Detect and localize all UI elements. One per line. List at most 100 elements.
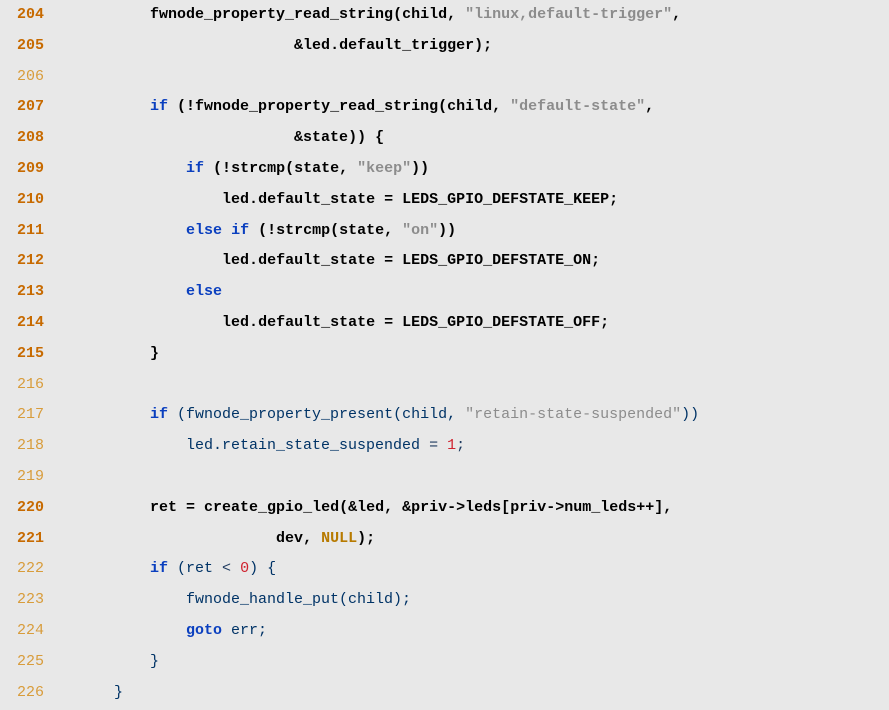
token [78,622,186,639]
code-block: 204 fwnode_property_read_string(child, "… [0,0,889,708]
token: ret [150,499,177,516]
code-line: 225 } [0,647,889,678]
token: LEDS_GPIO_DEFSTATE_OFF [402,314,600,331]
token: fwnode_property_read_string [150,6,393,23]
token: ; [591,252,600,269]
token: led.retain_state_suspended [78,437,429,454]
line-number: 212 [0,246,50,277]
code-line: 205 &led.default_trigger); [0,31,889,62]
token [78,252,222,269]
code-content: } [50,678,123,709]
code-line: 206 [0,62,889,93]
token: "default-state" [510,98,645,115]
code-content: &led.default_trigger); [50,31,492,62]
token [78,530,276,547]
token: state [303,129,348,146]
token: fwnode_handle_put(child); [78,591,411,608]
code-content: fwnode_handle_put(child); [50,585,411,616]
token [78,283,186,300]
token: , [339,160,357,177]
line-number: 223 [0,585,50,616]
token: dev [276,530,303,547]
line-number: 205 [0,31,50,62]
token: state [339,222,384,239]
line-number: 215 [0,339,50,370]
code-content: dev, NULL); [50,524,375,555]
code-content [50,370,78,401]
token: 0 [240,560,249,577]
token: default_state [258,252,375,269]
code-line: 207 if (!fwnode_property_read_string(chi… [0,92,889,123]
token: . [330,37,339,54]
token [78,406,150,423]
token: . [249,191,258,208]
token: LEDS_GPIO_DEFSTATE_KEEP [402,191,609,208]
code-line: 221 dev, NULL); [0,524,889,555]
token: leds [465,499,501,516]
token: , [492,98,510,115]
token: else [186,283,222,300]
code-content: fwnode_property_read_string(child, "linu… [50,0,681,31]
line-number: 217 [0,400,50,431]
code-line: 212 led.default_state = LEDS_GPIO_DEFSTA… [0,246,889,277]
token: . [249,252,258,269]
code-line: 215 } [0,339,889,370]
token: LEDS_GPIO_DEFSTATE_ON [402,252,591,269]
token: default_state [258,314,375,331]
token: )) [681,406,699,423]
token: if [150,98,168,115]
code-line: 208 &state)) { [0,123,889,154]
code-content [50,462,78,493]
token: , [384,222,402,239]
code-content: goto err; [50,616,267,647]
token: } [78,653,159,670]
code-content: ret = create_gpio_led(&led, &priv->leds[… [50,493,672,524]
token: default_state [258,191,375,208]
line-number: 207 [0,92,50,123]
token: , [672,6,681,23]
code-line: 204 fwnode_property_read_string(child, "… [0,0,889,31]
code-line: 211 else if (!strcmp(state, "on")) [0,216,889,247]
token: ( [285,160,294,177]
token [438,437,447,454]
line-number: 208 [0,123,50,154]
code-content: if (!fwnode_property_read_string(child, … [50,92,654,123]
token: (ret [168,560,222,577]
token: (& [339,499,357,516]
token: & [78,37,303,54]
token: strcmp [231,160,285,177]
token [78,160,186,177]
token: led [222,252,249,269]
token: = [429,437,438,454]
code-line: 218 led.retain_state_suspended = 1; [0,431,889,462]
token: (! [168,98,195,115]
token: err; [222,622,267,639]
token [78,222,186,239]
token [78,98,150,115]
token: & [78,129,303,146]
line-number: 224 [0,616,50,647]
line-number: 216 [0,370,50,401]
token: priv [510,499,546,516]
token [222,222,231,239]
token: ++], [636,499,672,516]
code-content: if (!strcmp(state, "keep")) [50,154,429,185]
token: )) { [348,129,384,146]
code-line: 224 goto err; [0,616,889,647]
token: priv [411,499,447,516]
code-content: led.retain_state_suspended = 1; [50,431,465,462]
code-line: 213 else [0,277,889,308]
token [78,191,222,208]
code-line: 220 ret = create_gpio_led(&led, &priv->l… [0,493,889,524]
token: , [303,530,321,547]
token: fwnode_property_read_string [195,98,438,115]
token: )) [411,160,429,177]
code-line: 223 fwnode_handle_put(child); [0,585,889,616]
token: -> [546,499,564,516]
code-content: if (ret < 0) { [50,554,276,585]
token: led [222,314,249,331]
token: = [375,191,402,208]
token: 1 [447,437,456,454]
code-content: } [50,647,159,678]
line-number: 226 [0,678,50,709]
